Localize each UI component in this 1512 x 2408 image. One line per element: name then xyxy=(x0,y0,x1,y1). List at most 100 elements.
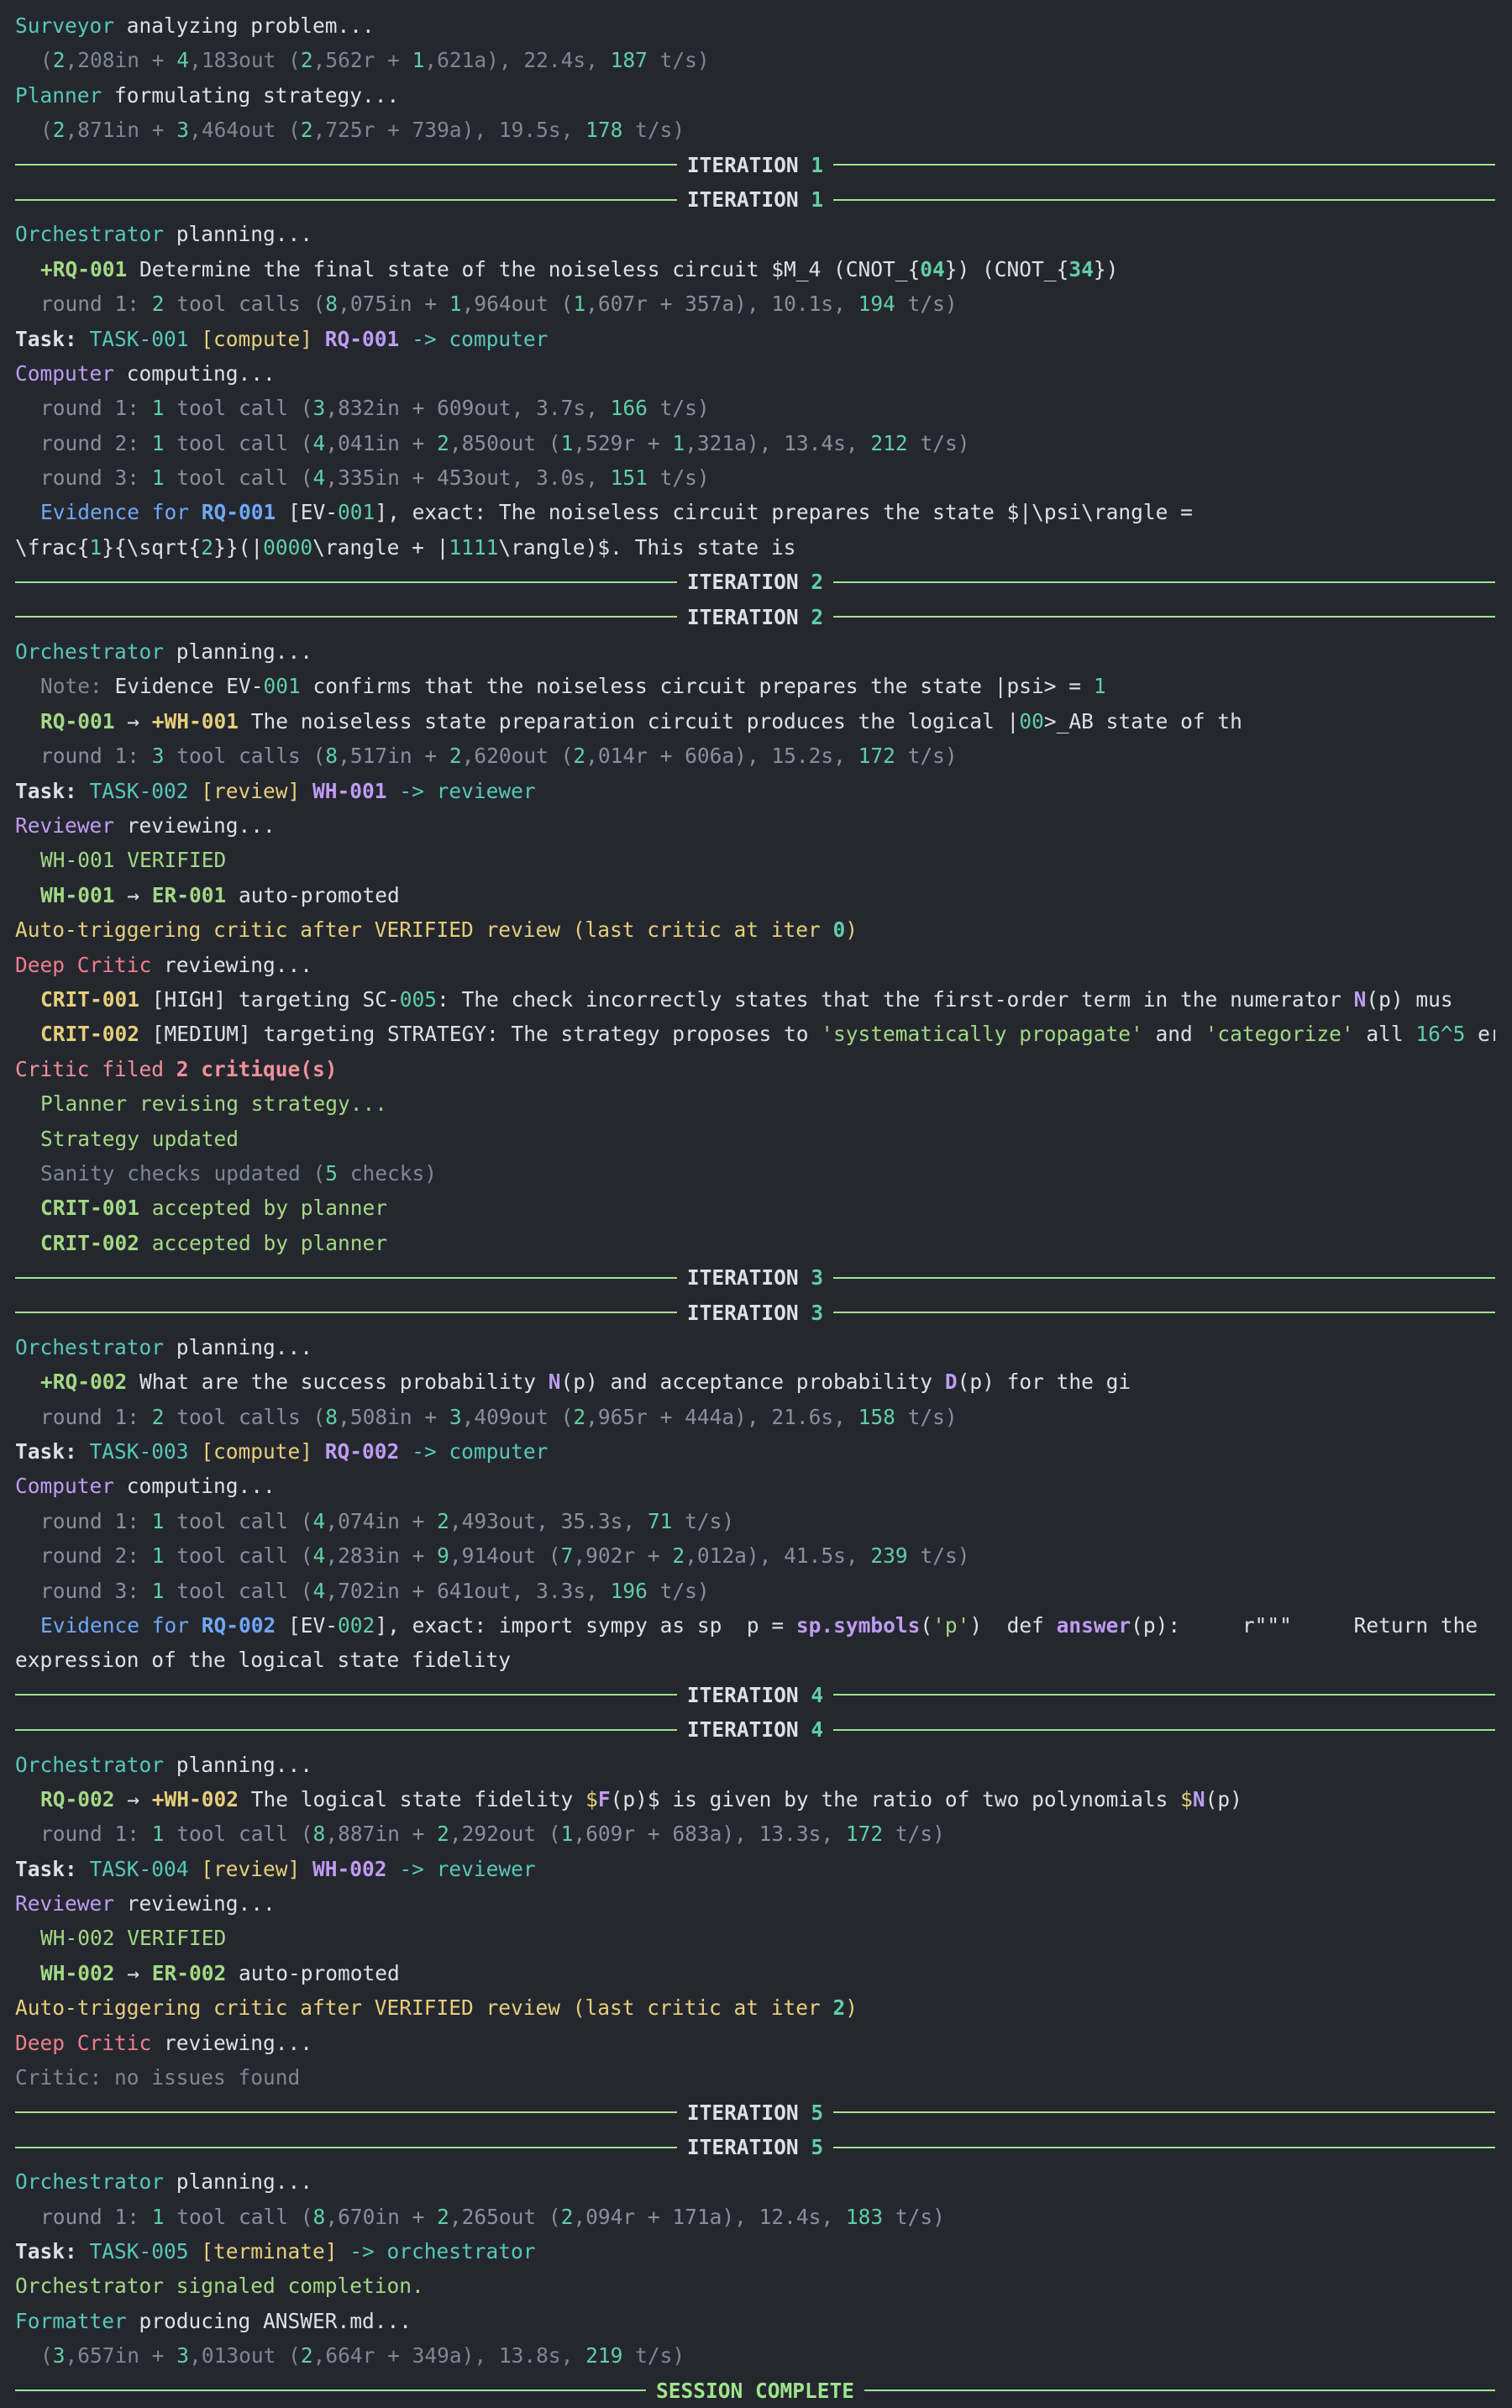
log-segment: 04 xyxy=(920,256,945,281)
log-segment: tool call ( xyxy=(164,465,313,491)
log-segment: reviewing... xyxy=(151,2030,313,2055)
log-segment: ,725r + 739a), 19.5s, xyxy=(312,118,586,143)
log-segment: Task: xyxy=(15,2239,90,2263)
log-segment: WH-001 xyxy=(312,778,387,803)
log-segment: TASK-001 xyxy=(89,326,202,351)
log-segment: 1 xyxy=(412,48,425,73)
log-line: Deep Critic reviewing... xyxy=(15,2026,1495,2060)
log-line: round 2: 1 tool call (4,283in + 9,914out… xyxy=(15,1538,1495,1573)
log-segment: ], exact: import sympy as sp p = xyxy=(375,1612,796,1638)
log-segment: t/s) xyxy=(907,430,970,455)
log-segment: 9 xyxy=(437,1543,449,1569)
log-segment: ,702in + 641out, 3.3s, xyxy=(325,1578,611,1603)
log-segment: → xyxy=(114,708,152,733)
log-segment: N xyxy=(548,1370,561,1395)
log-segment: -> orchestrator xyxy=(337,2239,536,2263)
log-segment: Task: xyxy=(15,326,90,351)
log-line: CRIT-001 [HIGH] targeting SC-005: The ch… xyxy=(15,982,1495,1017)
separator-rule xyxy=(833,164,1496,166)
log-segment: ) xyxy=(845,917,858,943)
log-segment: round 2: xyxy=(40,430,152,455)
log-line: round 1: 1 tool call (8,887in + 2,292out… xyxy=(15,1817,1495,1851)
log-segment: 2 xyxy=(52,48,66,73)
log-line: Reviewer reviewing... xyxy=(15,808,1495,843)
log-segment: }}(| xyxy=(213,534,264,560)
log-segment: (p) xyxy=(1205,1786,1242,1811)
log-line: CRIT-001 accepted by planner xyxy=(15,1191,1495,1225)
log-segment: answer xyxy=(1056,1612,1131,1638)
log-segment: Formatter xyxy=(15,2308,127,2333)
log-segment: 8 xyxy=(325,1404,339,1429)
log-segment: round 1: xyxy=(40,292,152,317)
log-segment: ,075in + xyxy=(338,292,449,317)
log-segment: round 1: xyxy=(40,396,152,421)
log-line: Reviewer reviewing... xyxy=(15,1886,1495,1921)
log-segment: tool calls ( xyxy=(164,1404,326,1429)
log-segment: What are the success probability xyxy=(127,1370,549,1395)
log-segment: Planner xyxy=(15,82,102,108)
log-segment: 166 xyxy=(610,396,648,421)
log-segment: Orchestrator xyxy=(15,1752,165,1777)
log-segment: 00 xyxy=(1019,708,1044,733)
log-segment: 2 xyxy=(832,1995,846,2021)
log-segment: tool call ( xyxy=(164,1822,313,1847)
log-segment: expression of the logical state fidelity xyxy=(15,1648,512,1673)
log-line: WH-001 → ER-001 auto-promoted xyxy=(15,878,1495,912)
log-segment: }{\sqrt{ xyxy=(102,534,202,560)
log-line: Auto-triggering critic after VERIFIED re… xyxy=(15,912,1495,947)
log-line: Computer computing... xyxy=(15,356,1495,391)
log-segment: 3 xyxy=(449,1404,462,1429)
log-segment: → xyxy=(114,1960,152,1985)
log-segment: WH-002 xyxy=(312,1856,387,1881)
log-line: round 3: 1 tool call (4,702in + 641out, … xyxy=(15,1574,1495,1608)
separator-text: ITERATION xyxy=(686,2135,799,2160)
separator-rule xyxy=(15,1728,677,1731)
log-segment: t/s) xyxy=(895,1404,958,1429)
log-segment: F xyxy=(597,1786,611,1811)
separator-label: SESSION COMPLETE xyxy=(646,2379,864,2403)
iteration-separator: ITERATION 4 xyxy=(15,1712,1496,1747)
terminal-output: Surveyor analyzing problem... (2,208in + … xyxy=(0,0,1496,2408)
iteration-number: 4 xyxy=(811,1717,824,1743)
log-segment: 2 xyxy=(201,534,214,560)
log-segment: t/s) xyxy=(622,118,685,143)
log-segment: RQ-001 xyxy=(40,708,115,733)
log-segment: Reviewer xyxy=(15,812,115,838)
log-segment: ,074in + xyxy=(325,1508,438,1533)
log-segment: 1 xyxy=(151,1543,165,1569)
log-segment: computing... xyxy=(114,360,276,386)
log-segment: ( xyxy=(40,118,53,143)
log-segment: +WH-002 xyxy=(151,1786,239,1811)
log-segment: tool calls ( xyxy=(164,292,326,317)
log-segment: N xyxy=(1192,1786,1205,1811)
log-line: CRIT-002 [MEDIUM] targeting STRATEGY: Th… xyxy=(15,1017,1495,1051)
log-segment: t/s) xyxy=(622,2343,685,2369)
separator-label: ITERATION 4 xyxy=(677,1683,833,1707)
separator-label: ITERATION 5 xyxy=(677,2135,833,2159)
log-segment: -> reviewer xyxy=(386,778,536,803)
separator-rule xyxy=(15,1694,677,1696)
separator-label: ITERATION 4 xyxy=(677,1717,833,1742)
log-segment: and xyxy=(1142,1022,1205,1047)
log-segment: analyzing problem... xyxy=(114,13,375,38)
log-segment: 0 xyxy=(832,917,846,943)
log-segment: [EV- xyxy=(276,1612,339,1638)
separator-rule xyxy=(864,2390,1496,2392)
log-segment: ,607r + 357a), 10.1s, xyxy=(585,292,858,317)
log-segment: 4 xyxy=(312,1578,326,1603)
log-segment: er xyxy=(1478,1022,1495,1047)
log-segment: }) xyxy=(1093,256,1119,281)
log-line: Surveyor analyzing problem... xyxy=(15,8,1495,43)
log-segment: accepted by planner xyxy=(139,1230,388,1255)
log-segment: ,887in + xyxy=(325,1822,438,1847)
log-segment: ,871in + xyxy=(65,118,177,143)
separator-label: ITERATION 5 xyxy=(677,2100,833,2125)
log-segment: (p) for the gi xyxy=(957,1370,1131,1395)
separator-rule xyxy=(833,1276,1496,1279)
log-segment: t/s) xyxy=(647,465,710,491)
log-segment: 2 critique(s) xyxy=(176,1056,338,1081)
log-line: Orchestrator planning... xyxy=(15,2164,1495,2199)
log-segment: Note: xyxy=(40,674,115,699)
log-segment: ,517in + xyxy=(338,744,449,769)
log-segment: Computer xyxy=(15,1474,115,1499)
